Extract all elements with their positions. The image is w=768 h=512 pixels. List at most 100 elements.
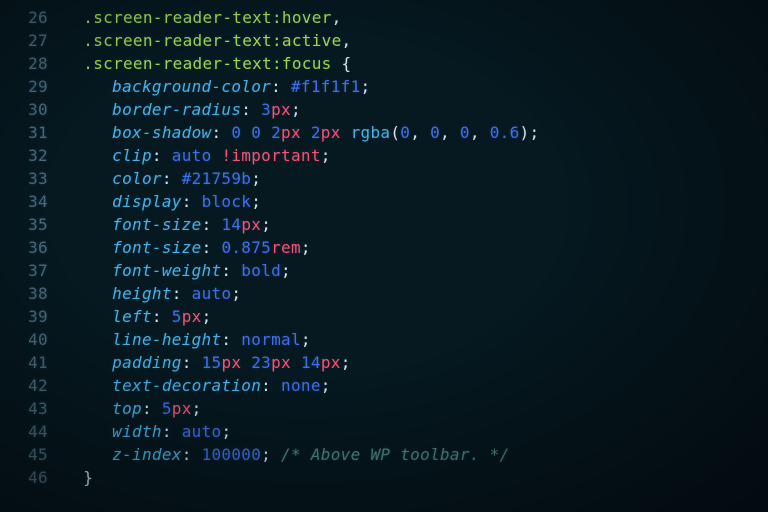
code-line[interactable]: 28.screen-reader-text:focus { [0, 52, 768, 75]
semicolon: ; [261, 215, 271, 234]
property-name: top [112, 399, 142, 418]
code-content: text-decoration: none; [64, 374, 768, 397]
value-number: 2 [271, 123, 281, 142]
code-line[interactable]: 39left: 5px; [0, 305, 768, 328]
selector-pseudo: :active [272, 31, 342, 50]
code-line[interactable]: 27.screen-reader-text:active, [0, 29, 768, 52]
value-unit: px [271, 100, 291, 119]
code-line[interactable]: 43top: 5px; [0, 397, 768, 420]
code-content: border-radius: 3px; [64, 98, 768, 121]
value-number: 5 [162, 399, 172, 418]
selector-pseudo: :focus [272, 54, 332, 73]
value-hex: #f1f1f1 [291, 77, 361, 96]
code-content: z-index: 100000; /* Above WP toolbar. */ [64, 443, 768, 466]
semicolon: ; [202, 307, 212, 326]
code-content: box-shadow: 0 0 2px 2px rgba(0, 0, 0, 0.… [64, 121, 768, 144]
property-name: display [112, 192, 182, 211]
code-content: left: 5px; [64, 305, 768, 328]
value-number: 14 [221, 215, 241, 234]
code-line[interactable]: 32clip: auto !important; [0, 144, 768, 167]
semicolon: ; [321, 146, 331, 165]
value-comma: , [470, 123, 490, 142]
semicolon: ; [251, 169, 261, 188]
value-hex: #21759b [182, 169, 252, 188]
code-line[interactable]: 46} [0, 466, 768, 489]
line-number: 41 [0, 351, 64, 374]
value-comma: , [440, 123, 460, 142]
line-number: 34 [0, 190, 64, 213]
code-line[interactable]: 40line-height: normal; [0, 328, 768, 351]
value-number: 0 [430, 123, 440, 142]
selector-trail: , [342, 31, 352, 50]
code-comment: /* Above WP toolbar. */ [281, 445, 509, 464]
colon: : [202, 238, 212, 257]
property-name: font-weight [112, 261, 221, 280]
value-important: !important [221, 146, 320, 165]
value-number: 14 [301, 353, 321, 372]
code-content: padding: 15px 23px 14px; [64, 351, 768, 374]
value-paren: ( [390, 123, 400, 142]
code-content: display: block; [64, 190, 768, 213]
code-content: line-height: normal; [64, 328, 768, 351]
code-content: height: auto; [64, 282, 768, 305]
property-name: color [112, 169, 162, 188]
value-number: 2 [311, 123, 321, 142]
property-name: line-height [112, 330, 221, 349]
value-unit: px [271, 353, 291, 372]
colon: : [162, 422, 172, 441]
value-number: 23 [251, 353, 271, 372]
line-number: 31 [0, 121, 64, 144]
value-number: 0 [251, 123, 261, 142]
code-content: clip: auto !important; [64, 144, 768, 167]
close-brace: } [83, 468, 93, 487]
value-number: 15 [202, 353, 222, 372]
value-comma: , [410, 123, 430, 142]
code-content: top: 5px; [64, 397, 768, 420]
colon: : [152, 307, 162, 326]
code-line[interactable]: 34display: block; [0, 190, 768, 213]
code-line[interactable]: 26.screen-reader-text:hover, [0, 6, 768, 29]
semicolon: ; [192, 399, 202, 418]
code-content: } [64, 466, 768, 489]
line-number: 29 [0, 75, 64, 98]
code-line[interactable]: 35font-size: 14px; [0, 213, 768, 236]
value-unit: px [182, 307, 202, 326]
property-name: font-size [112, 238, 201, 257]
line-number: 36 [0, 236, 64, 259]
line-number: 26 [0, 6, 64, 29]
line-number: 38 [0, 282, 64, 305]
property-name: text-decoration [112, 376, 261, 395]
code-content: .screen-reader-text:hover, [64, 6, 768, 29]
code-line[interactable]: 31box-shadow: 0 0 2px 2px rgba(0, 0, 0, … [0, 121, 768, 144]
code-content: .screen-reader-text:active, [64, 29, 768, 52]
code-line[interactable]: 44width: auto; [0, 420, 768, 443]
semicolon: ; [529, 123, 539, 142]
code-content: font-weight: bold; [64, 259, 768, 282]
semicolon: ; [291, 100, 301, 119]
code-line[interactable]: 41padding: 15px 23px 14px; [0, 351, 768, 374]
code-line[interactable]: 36font-size: 0.875rem; [0, 236, 768, 259]
selector-trail: , [332, 8, 342, 27]
value-keyword: auto [182, 422, 222, 441]
code-line[interactable]: 29background-color: #f1f1f1; [0, 75, 768, 98]
value-number: 0 [400, 123, 410, 142]
colon: : [182, 445, 192, 464]
colon: : [182, 353, 192, 372]
semicolon: ; [281, 261, 291, 280]
property-name: background-color [112, 77, 271, 96]
code-line[interactable]: 42text-decoration: none; [0, 374, 768, 397]
line-number: 33 [0, 167, 64, 190]
code-line[interactable]: 45z-index: 100000; /* Above WP toolbar. … [0, 443, 768, 466]
code-line[interactable]: 37font-weight: bold; [0, 259, 768, 282]
code-line[interactable]: 33color: #21759b; [0, 167, 768, 190]
value-number: 0.875 [221, 238, 271, 257]
code-editor[interactable]: 26.screen-reader-text:hover,27.screen-re… [0, 6, 768, 489]
code-line[interactable]: 38height: auto; [0, 282, 768, 305]
semicolon: ; [301, 330, 311, 349]
semicolon: ; [221, 422, 231, 441]
colon: : [152, 146, 162, 165]
selector-pseudo: :hover [272, 8, 332, 27]
code-line[interactable]: 30border-radius: 3px; [0, 98, 768, 121]
line-number: 27 [0, 29, 64, 52]
property-name: height [112, 284, 172, 303]
